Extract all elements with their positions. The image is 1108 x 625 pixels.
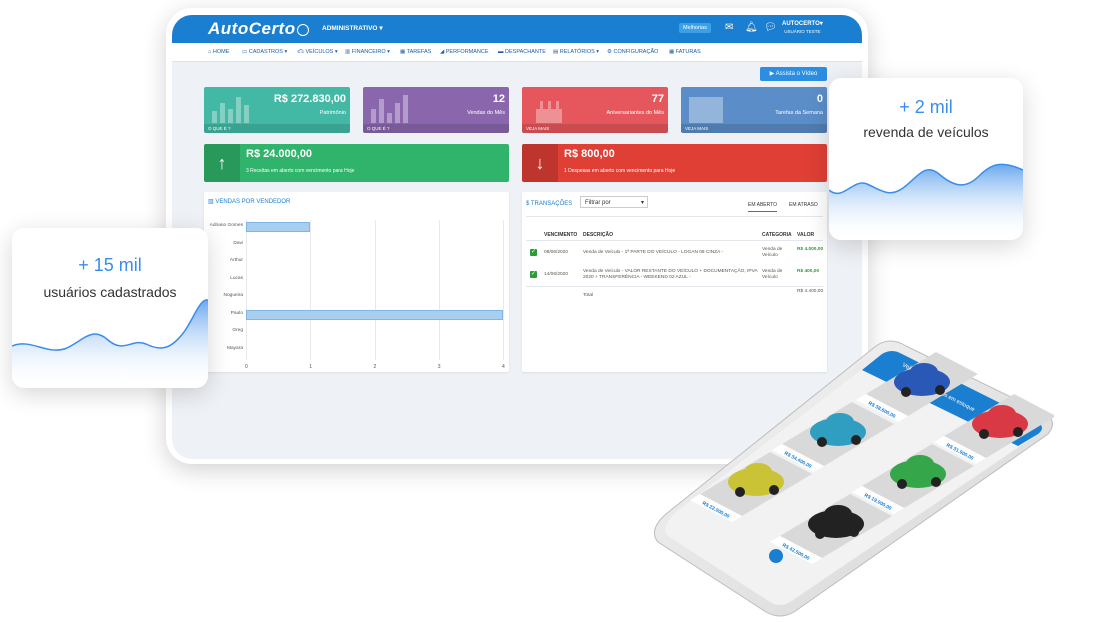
row-date: 08/06/2020 bbox=[544, 250, 569, 255]
nav-despachante[interactable]: ▬ DESPACHANTE bbox=[498, 49, 546, 55]
vehicle-card[interactable]: R$ 19.000,00 bbox=[852, 444, 974, 514]
col-header: DESCRIÇÃO bbox=[583, 232, 614, 238]
nav-financeiro[interactable]: ▥ FINANCEIRO ▾ bbox=[345, 49, 390, 55]
chevron-down-icon: ▾ bbox=[640, 200, 644, 206]
chart-bar[interactable] bbox=[246, 309, 503, 320]
alert-amount: R$ 24.000,00 bbox=[246, 148, 313, 160]
alert-description: 1 Despesas em aberto com vencimento para… bbox=[564, 168, 676, 174]
stat-value: 77 bbox=[651, 93, 664, 105]
panel-title: $ TRANSAÇÕES bbox=[526, 201, 573, 207]
logo-badge-icon bbox=[296, 23, 309, 36]
stat-footer-link[interactable]: O QUE É ? bbox=[204, 124, 350, 133]
stat-value: R$ 272.830,00 bbox=[273, 93, 346, 105]
nav-configuracao[interactable]: ⚙ CONFIGURAÇÃO bbox=[607, 49, 658, 55]
admin-menu[interactable]: ADMINISTRATIVO ▾ bbox=[322, 24, 383, 32]
checkbox-checked[interactable]: ✓ bbox=[530, 249, 537, 256]
vehicle-card[interactable]: R$ 34.400,00 bbox=[772, 402, 894, 472]
stat-label: Vendas do Mês bbox=[467, 110, 505, 116]
bar-chart-icon bbox=[212, 93, 250, 123]
vehicle-card[interactable]: R$ 42.500,00 bbox=[770, 494, 892, 564]
x-tick-label: 4 bbox=[502, 364, 505, 370]
vehicle-card[interactable]: R$ 31.900,00 bbox=[934, 394, 1054, 464]
bell-icon[interactable]: 🔔︎ bbox=[745, 22, 758, 33]
sales-by-seller-panel: ▥ VENDAS POR VENDEDOR 0 1 2 3 4 Adriano Gomes… bbox=[204, 192, 509, 372]
gridline bbox=[374, 220, 376, 360]
receitas-alert[interactable]: ↑ R$ 24.000,00 3 Receitas em aberto com … bbox=[204, 144, 509, 182]
stat-card-aniversariantes[interactable]: 77 Aniversariantes do Mês VEJA MAIS bbox=[522, 87, 668, 133]
chart-icon: ▥ bbox=[345, 49, 351, 55]
app-logo[interactable]: AutoCerto bbox=[208, 19, 309, 39]
x-tick-label: 1 bbox=[309, 364, 313, 370]
nav-tarefas[interactable]: ▦ TAREFAS bbox=[400, 49, 431, 55]
report-icon: ▤ bbox=[553, 49, 559, 55]
arrow-up-icon: ↑ bbox=[204, 144, 240, 182]
stat-label: Tarefas da Semana bbox=[775, 110, 823, 116]
x-tick-label: 3 bbox=[437, 364, 441, 370]
news-button[interactable]: Melhorias bbox=[679, 23, 711, 33]
user-role: USUÁRIO TESTE bbox=[784, 29, 821, 34]
chart-bar[interactable] bbox=[246, 222, 311, 232]
smartphone-mockup: Veículos 8 Veículos em estoque R$ 38.600… bbox=[654, 318, 1054, 618]
car-icon: 🚗︎ bbox=[297, 49, 304, 55]
sales-chart: 0 1 2 3 4 Adriano Gomes Davi Arthur Lucas Nogueir… bbox=[204, 192, 509, 372]
nav-relatorios[interactable]: ▤ RELATÓRIOS ▾ bbox=[553, 49, 599, 55]
alert-description: 3 Receitas em aberto com vencimento para… bbox=[246, 168, 355, 174]
top-bar: AutoCerto ADMINISTRATIVO ▾ Melhorias ✉ 🔔… bbox=[172, 15, 862, 43]
x-tick-label: 0 bbox=[245, 364, 248, 370]
floating-action-button[interactable] bbox=[769, 549, 783, 563]
user-menu[interactable]: AUTOCERTO▾ USUÁRIO TESTE bbox=[782, 20, 823, 34]
col-header: VENCIMENTO bbox=[544, 232, 578, 238]
chevron-down-icon: ▾ bbox=[819, 21, 823, 27]
stat-card-tarefas[interactable]: 0 Tarefas da Semana VEJA MAIS bbox=[681, 87, 827, 133]
gridline bbox=[438, 220, 440, 360]
main-nav: ⌂ HOME ▭ CADASTROS ▾ 🚗︎ VEÍCULOS ▾ ▥ FIN… bbox=[172, 43, 862, 62]
nav-veiculos[interactable]: 🚗︎ VEÍCULOS ▾ bbox=[297, 49, 338, 55]
car-icon: ▬ bbox=[498, 49, 504, 55]
row-date: 14/06/2020 bbox=[544, 272, 569, 277]
stat-footer-link[interactable]: VEJA MAIS bbox=[522, 124, 668, 133]
vehicle-card[interactable]: R$ 38.600,00 bbox=[856, 352, 978, 422]
nav-performance[interactable]: ◢ PERFORMANCE bbox=[440, 49, 489, 55]
nav-faturas[interactable]: ▦ FATURAS bbox=[669, 49, 701, 55]
stat-value: 0 bbox=[816, 93, 823, 105]
performance-icon: ◢ bbox=[440, 49, 445, 55]
phone-car-grid: R$ 38.600,00 R$ 34.400,00 R$ 22.000,00 R$ 3… bbox=[654, 318, 1054, 618]
chat-icon[interactable]: 💬︎ bbox=[764, 22, 777, 33]
filter-select[interactable]: Filtrar por ▾ bbox=[580, 196, 648, 208]
stat-footer-link[interactable]: O QUE É ? bbox=[363, 124, 509, 133]
users-stat-card: + 15 mil usuários cadastrados bbox=[12, 228, 208, 388]
bar-chart-icon bbox=[371, 93, 409, 123]
gear-icon: ⚙ bbox=[607, 49, 612, 55]
arrow-down-icon: ↓ bbox=[522, 144, 558, 182]
calendar-icon bbox=[689, 93, 727, 123]
gridline bbox=[310, 220, 312, 360]
row-description: Venda de Veículo - 1ª PARTE DO VEÍCULO -… bbox=[583, 250, 723, 255]
nav-home[interactable]: ⌂ HOME bbox=[208, 49, 229, 55]
mail-icon[interactable]: ✉ bbox=[725, 22, 733, 33]
car-tiles: R$ 38.600,00R$ 34.400,00R$ 22.000,00 R$ 3… bbox=[690, 352, 1054, 564]
total-label: Total bbox=[583, 293, 594, 298]
x-tick-label: 2 bbox=[373, 364, 377, 370]
gridline bbox=[503, 220, 504, 360]
stat-value: 12 bbox=[492, 93, 505, 105]
checkbox-checked[interactable]: ✓ bbox=[530, 271, 537, 278]
cake-icon bbox=[530, 93, 568, 123]
chevron-down-icon: ▾ bbox=[379, 25, 383, 32]
user-name: AUTOCERTO bbox=[782, 21, 820, 27]
video-icon: ▶ bbox=[769, 71, 775, 77]
gridline bbox=[246, 220, 247, 360]
nav-cadastros[interactable]: ▭ CADASTROS ▾ bbox=[242, 49, 287, 55]
calendar-icon: ▦ bbox=[400, 49, 406, 55]
stat-label: Aniversariantes do Mês bbox=[606, 110, 664, 116]
stat-label: Patrimônio bbox=[319, 110, 346, 116]
alert-amount: R$ 800,00 bbox=[564, 148, 615, 160]
wave-decoration bbox=[12, 299, 208, 388]
stat-card-vendas[interactable]: 12 Vendas do Mês O QUE É ? bbox=[363, 87, 509, 133]
invoice-icon: ▦ bbox=[669, 49, 675, 55]
vehicle-card[interactable]: R$ 22.000,00 bbox=[690, 452, 812, 522]
id-card-icon: ▭ bbox=[242, 49, 248, 55]
assist-video-button[interactable]: ▶ Assista o Vídeo bbox=[760, 67, 827, 81]
stat-card-patrimonio[interactable]: R$ 272.830,00 Patrimônio O QUE É ? bbox=[204, 87, 350, 133]
home-icon: ⌂ bbox=[208, 49, 212, 55]
